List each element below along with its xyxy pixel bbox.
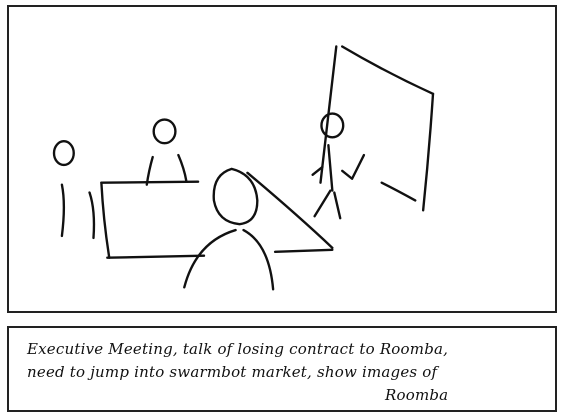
person-presenter: [311, 112, 366, 220]
caption: Executive Meeting, talk of losing contra…: [27, 338, 537, 407]
caption-line: Executive Meeting, talk of losing contra…: [27, 340, 449, 358]
person-foreground: [183, 167, 275, 291]
person-left: [52, 140, 96, 240]
meeting-sketch: [52, 45, 435, 291]
caption-line: Roomba: [385, 386, 449, 404]
meeting-table: [100, 171, 334, 259]
person-center-back: [145, 118, 188, 186]
presentation-screen: [319, 45, 435, 212]
caption-line: need to jump into swarmbot market, show …: [27, 363, 438, 381]
storyboard-panel: [7, 5, 557, 313]
caption-box: Executive Meeting, talk of losing contra…: [7, 326, 557, 412]
